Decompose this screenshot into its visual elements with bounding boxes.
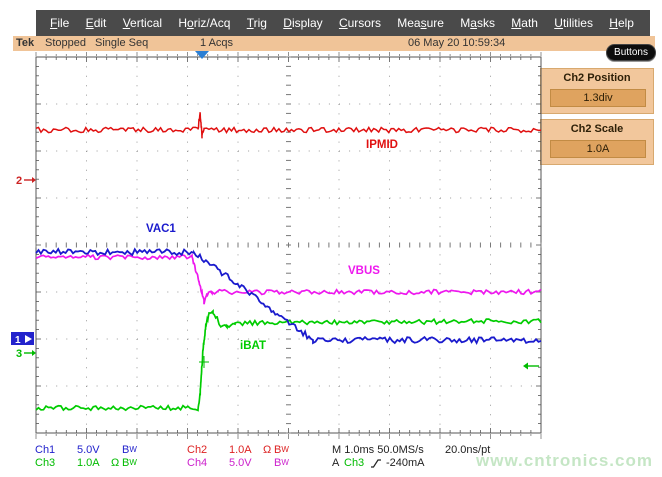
- trace-vac1: [36, 249, 541, 343]
- timebase-readout: M 1.0ms 50.0MS/s: [332, 444, 424, 456]
- trace-label-ibat: iBAT: [240, 340, 266, 352]
- trace-ipmid: [36, 112, 541, 138]
- menu-item-measure[interactable]: Measure: [397, 16, 444, 30]
- oscilloscope-app: File Edit Vertical Horiz/Acq Trig Display Curs…: [0, 0, 662, 477]
- datetime: 06 May 20 10:59:34: [408, 37, 505, 49]
- ch2-scale-panel: Ch2 Scale 1.0A: [540, 119, 654, 165]
- impedance-icon-ch3: Ω: [111, 457, 119, 469]
- ch2-position-value[interactable]: 1.3div: [550, 89, 646, 107]
- trigger-source-readout: Ch3: [344, 457, 364, 469]
- trace-label-vbus: VBUS: [348, 265, 380, 277]
- channel-scale-ch3: 1.0A: [77, 457, 100, 469]
- buttons-button[interactable]: Buttons: [606, 44, 656, 61]
- channel-scale-ch2: 1.0A: [229, 444, 252, 456]
- menu-item-display[interactable]: Display: [283, 16, 322, 30]
- channel-label-ch3: Ch3: [35, 457, 55, 469]
- acquisition-mode: Single Seq: [95, 37, 148, 49]
- trigger-position-marker[interactable]: [195, 51, 209, 59]
- ch2-reference-marker[interactable]: 2: [16, 175, 22, 187]
- channel-label-ch1: Ch1: [35, 444, 55, 456]
- acquisition-count: 1 Acqs: [200, 37, 233, 49]
- watermark: www.cntronics.com: [476, 451, 653, 471]
- acquisition-status: Stopped: [45, 37, 86, 49]
- rising-slope-icon: [370, 458, 382, 469]
- status-bar: Tek Stopped Single Seq 1 Acqs 06 May 20 …: [13, 36, 655, 51]
- menu-item-vertical[interactable]: Vertical: [123, 16, 162, 30]
- tek-logo: Tek: [16, 37, 34, 49]
- trace-label-vac1: VAC1: [146, 223, 176, 235]
- ch2-position-panel: Ch2 Position 1.3div: [540, 68, 654, 114]
- channel-scale-ch1: 5.0V: [77, 444, 100, 456]
- menu-item-utilities[interactable]: Utilities: [554, 16, 593, 30]
- trigger-level-readout: -240mA: [386, 457, 425, 469]
- bandwidth-icon-ch3: BW: [122, 457, 137, 469]
- menu-item-cursors[interactable]: Cursors: [339, 16, 381, 30]
- menu-item-masks[interactable]: Masks: [460, 16, 495, 30]
- trigger-level-arrowhead: [523, 363, 528, 370]
- menu-item-help[interactable]: Help: [609, 16, 634, 30]
- ch2-reference-arrowhead: [32, 177, 36, 183]
- trigger-mode-readout: A: [332, 457, 339, 469]
- channel-label-ch2: Ch2: [187, 444, 207, 456]
- trace-label-ipmid: IPMID: [366, 139, 398, 151]
- menu-bar: File Edit Vertical Horiz/Acq Trig Display Curs…: [36, 10, 650, 36]
- ch3-reference-arrowhead: [32, 350, 36, 356]
- ch2-scale-title: Ch2 Scale: [541, 123, 653, 135]
- ch3-reference-marker[interactable]: 3: [16, 348, 22, 360]
- channel-label-ch4: Ch4: [187, 457, 207, 469]
- channel-scale-ch4: 5.0V: [229, 457, 252, 469]
- bandwidth-icon-ch4: BW: [274, 457, 289, 469]
- menu-item-edit[interactable]: Edit: [86, 16, 107, 30]
- ch2-position-title: Ch2 Position: [541, 72, 653, 84]
- trace-vbus: [36, 255, 541, 304]
- scope-display: VBUS iBAT VAC1 IPMID 2 3 1: [8, 50, 543, 446]
- menu-item-trig[interactable]: Trig: [247, 16, 267, 30]
- menu-item-horizacq[interactable]: Horiz/Acq: [178, 16, 230, 30]
- bandwidth-icon-ch2: BW: [274, 444, 289, 456]
- bandwidth-icon-ch1: BW: [122, 444, 137, 456]
- impedance-icon-ch2: Ω: [263, 444, 271, 456]
- menu-item-math[interactable]: Math: [511, 16, 538, 30]
- ch1-reference-label: 1: [15, 335, 21, 346]
- menu-item-file[interactable]: File: [50, 16, 69, 30]
- ch2-scale-value[interactable]: 1.0A: [550, 140, 646, 158]
